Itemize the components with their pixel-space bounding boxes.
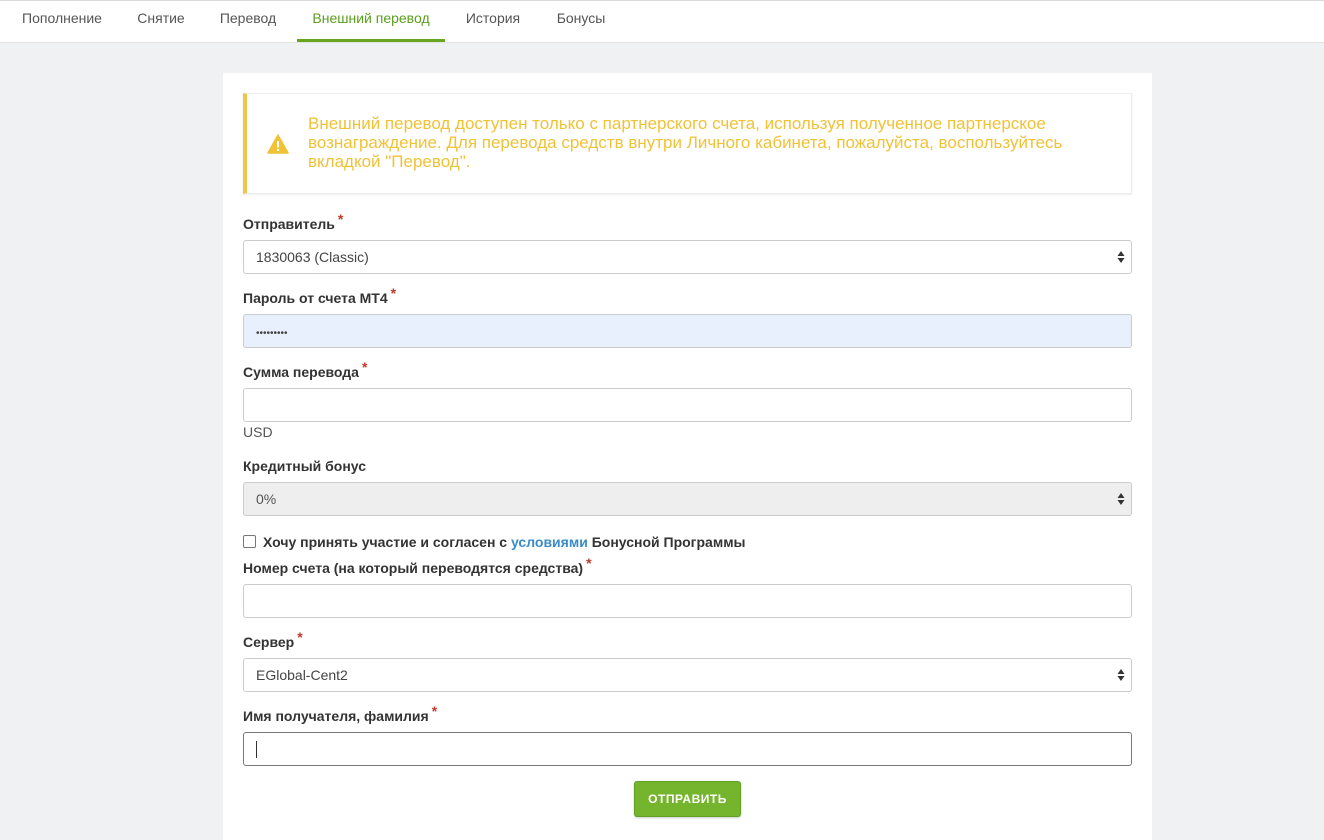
account-number-input[interactable] [243,584,1132,618]
required-mark: * [586,555,592,571]
server-value: EGlobal-Cent2 [256,667,348,683]
credit-bonus-value: 0% [256,491,277,507]
server-label: Сервер * [243,629,303,650]
recipient-name-input[interactable] [243,732,1132,766]
select-arrows-icon [1117,669,1125,681]
sender-label: Отправитель * [243,211,344,232]
required-mark: * [297,629,303,645]
credit-bonus-select[interactable]: 0% [243,482,1132,516]
required-mark: * [361,359,368,375]
text-cursor [256,741,257,758]
tab-history[interactable]: История [452,0,534,42]
required-mark: * [337,211,344,227]
tab-deposit[interactable]: Пополнение [4,0,120,42]
transfer-panel: Внешний перевод доступен только с партне… [223,73,1152,840]
warning-alert: Внешний перевод доступен только с партне… [243,93,1132,194]
amount-input[interactable] [243,388,1132,422]
tab-external-transfer[interactable]: Внешний перевод [297,0,445,42]
alert-message: Внешний перевод доступен только с партне… [308,114,1063,171]
password-value: ••••••••• [256,328,288,339]
select-arrows-icon [1117,251,1125,263]
required-mark: * [390,285,397,301]
tab-bar: Пополнение Снятие Перевод Внешний перево… [0,0,1324,43]
select-arrows-icon [1117,493,1125,505]
required-mark: * [431,703,438,719]
bonus-agreement-checkbox[interactable] [243,535,256,548]
amount-label: Сумма перевода * [243,359,368,380]
tab-transfer[interactable]: Перевод [206,0,290,42]
sender-value: 1830063 (Classic) [256,249,369,265]
bonus-terms-link[interactable]: условиями [511,534,588,550]
bonus-agreement-text: Хочу принять участие и согласен с услови… [263,534,746,550]
tab-withdrawal[interactable]: Снятие [124,0,198,42]
recipient-label: Имя получателя, фамилия * [243,703,438,724]
sender-select[interactable]: 1830063 (Classic) [243,240,1132,274]
warning-icon [267,134,289,154]
password-field[interactable]: ••••••••• [243,314,1132,348]
credit-bonus-label: Кредитный бонус [243,458,367,474]
account-number-label: Номер счета (на который переводятся сред… [243,555,592,576]
tab-bonuses[interactable]: Бонусы [543,0,619,42]
password-label: Пароль от счета MT4 * [243,285,397,306]
server-select[interactable]: EGlobal-Cent2 [243,658,1132,692]
submit-button[interactable]: ОТПРАВИТЬ [634,781,741,817]
currency-label: USD [243,424,273,440]
